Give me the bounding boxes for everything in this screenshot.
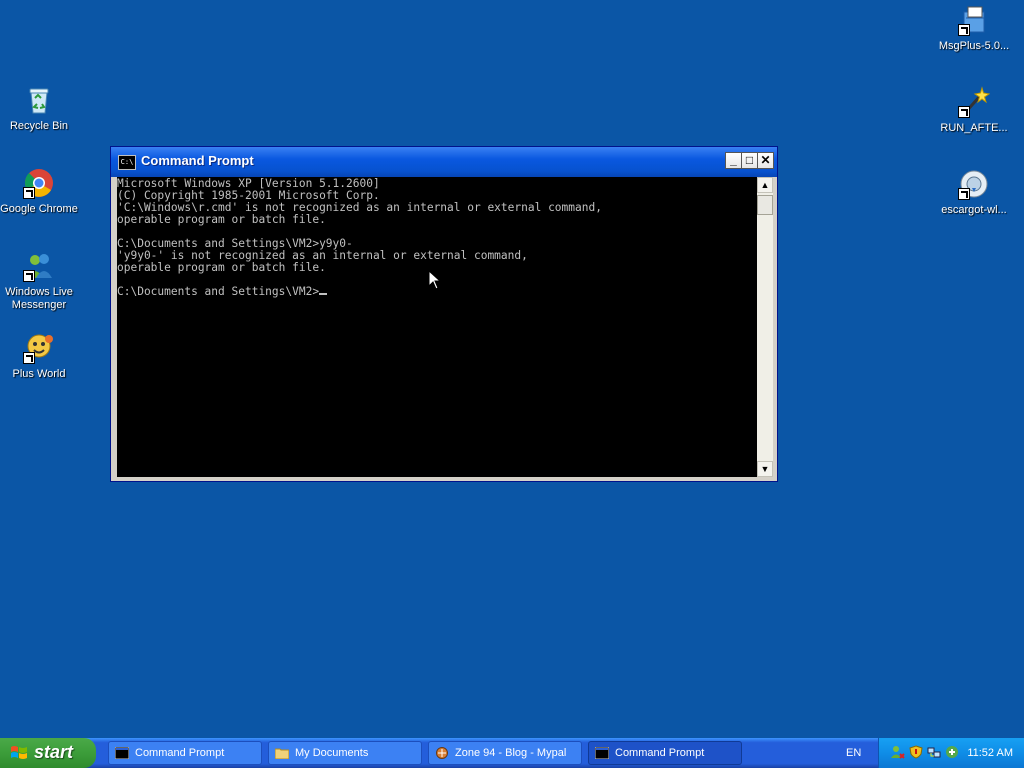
msgplus-installer-icon — [958, 4, 990, 36]
escargot-icon — [958, 168, 990, 200]
network-icon[interactable] — [927, 745, 941, 759]
desktop-icon-plus-world[interactable]: Plus World — [0, 332, 81, 381]
desktop-icon-label: Plus World — [12, 368, 66, 380]
maximize-icon: □ — [745, 153, 754, 167]
arrow-down-icon: ▼ — [760, 464, 770, 474]
msgplus-tray-icon[interactable] — [945, 745, 959, 759]
taskbar-item-command-prompt-1[interactable]: Command Prompt — [108, 741, 262, 765]
shortcut-arrow-icon — [958, 106, 970, 118]
taskbar-item-command-prompt-2[interactable]: Command Prompt — [588, 741, 742, 765]
maximize-button[interactable]: □ — [741, 152, 758, 169]
system-tray: 11:52 AM — [878, 738, 1024, 768]
desktop-icon-label: escargot-wl... — [941, 204, 1007, 216]
command-prompt-icon: C:\ — [118, 155, 136, 170]
clock[interactable]: 11:52 AM — [967, 738, 1013, 768]
recycle-bin-icon — [23, 84, 55, 116]
desktop-icon-msgplus[interactable]: MsgPlus-5.0... — [932, 4, 1016, 53]
scroll-down-button[interactable]: ▼ — [757, 461, 773, 477]
command-prompt-window[interactable]: C:\ Command Prompt _ □ ✕ Microsoft Windo… — [110, 146, 778, 482]
messenger-tray-icon[interactable] — [891, 745, 905, 759]
desktop: Recycle Bin Google Chrome Windows Live M… — [0, 0, 1024, 738]
scrollbar-thumb[interactable] — [757, 195, 773, 215]
start-button[interactable]: start — [0, 738, 96, 768]
vertical-scrollbar[interactable]: ▲ ▼ — [757, 177, 773, 477]
console-output[interactable]: Microsoft Windows XP [Version 5.1.2600] … — [117, 177, 757, 477]
folder-icon — [275, 748, 289, 759]
messenger-icon — [23, 250, 55, 282]
taskbar-item-label: Zone 94 - Blog - Mypal — [455, 747, 567, 759]
desktop-icon-label: Recycle Bin — [9, 120, 69, 132]
window-title: Command Prompt — [141, 153, 254, 168]
window-titlebar[interactable]: C:\ Command Prompt _ □ ✕ — [111, 147, 777, 177]
command-prompt-icon — [115, 747, 129, 759]
desktop-icon-escargot[interactable]: escargot-wl... — [932, 168, 1016, 217]
text-cursor — [319, 293, 328, 295]
command-prompt-icon — [595, 747, 609, 759]
desktop-icon-google-chrome[interactable]: Google Chrome — [0, 167, 81, 216]
shortcut-arrow-icon — [958, 188, 970, 200]
taskbar-item-mypal-browser[interactable]: Zone 94 - Blog - Mypal — [428, 741, 582, 765]
desktop-icon-label: Google Chrome — [0, 203, 78, 215]
minimize-icon: _ — [730, 153, 737, 167]
close-icon: ✕ — [760, 153, 771, 167]
start-label: start — [34, 742, 74, 762]
magic-wand-icon — [958, 86, 990, 118]
taskbar-item-label: Command Prompt — [615, 747, 705, 759]
close-button[interactable]: ✕ — [757, 152, 774, 169]
shortcut-arrow-icon — [23, 270, 35, 282]
shortcut-arrow-icon — [23, 187, 35, 199]
desktop-icon-label: RUN_AFTE... — [940, 122, 1008, 134]
taskbar-item-label: My Documents — [295, 747, 369, 759]
desktop-icon-label: Windows Live Messenger — [5, 286, 73, 311]
arrow-up-icon: ▲ — [760, 180, 770, 190]
shortcut-arrow-icon — [958, 24, 970, 36]
mouse-pointer-icon — [428, 270, 442, 290]
taskbar-item-my-documents[interactable]: My Documents — [268, 741, 422, 765]
security-shield-icon[interactable] — [909, 745, 923, 759]
windows-logo-icon — [11, 746, 27, 759]
chrome-icon — [23, 167, 55, 199]
desktop-icon-run-after[interactable]: RUN_AFTE... — [932, 86, 1016, 135]
minimize-button[interactable]: _ — [725, 152, 742, 169]
desktop-icon-label: MsgPlus-5.0... — [938, 40, 1010, 52]
desktop-icon-windows-live-messenger[interactable]: Windows Live Messenger — [0, 250, 81, 312]
shortcut-arrow-icon — [23, 352, 35, 364]
taskbar-item-label: Command Prompt — [135, 747, 225, 759]
desktop-icon-recycle-bin[interactable]: Recycle Bin — [0, 84, 81, 133]
taskbar: start Command Prompt My Documents Zone 9… — [0, 738, 1024, 768]
scroll-up-button[interactable]: ▲ — [757, 177, 773, 193]
plus-world-icon — [23, 332, 55, 364]
mypal-browser-icon — [436, 747, 448, 759]
language-indicator[interactable]: EN — [846, 738, 861, 768]
